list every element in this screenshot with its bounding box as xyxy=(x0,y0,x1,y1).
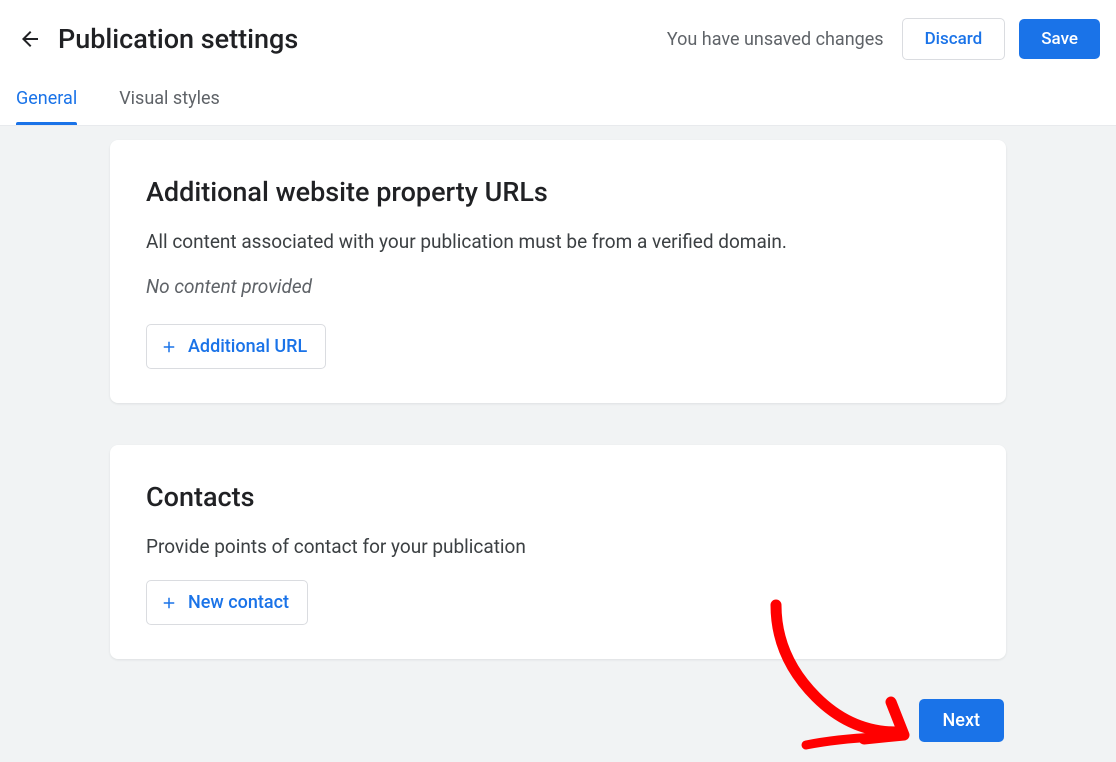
tab-general[interactable]: General xyxy=(16,78,77,125)
tab-visual-styles[interactable]: Visual styles xyxy=(119,78,220,125)
plus-icon xyxy=(160,594,178,612)
card-contacts: Contacts Provide points of contact for y… xyxy=(110,445,1006,659)
card-title-urls: Additional website property URLs xyxy=(146,176,970,208)
card-additional-urls: Additional website property URLs All con… xyxy=(110,140,1006,403)
new-contact-button[interactable]: New contact xyxy=(146,580,308,625)
unsaved-changes-text: You have unsaved changes xyxy=(667,29,884,50)
card-desc-urls: All content associated with your publica… xyxy=(146,230,970,253)
header: Publication settings You have unsaved ch… xyxy=(0,0,1116,78)
additional-url-button[interactable]: Additional URL xyxy=(146,324,326,369)
card-title-contacts: Contacts xyxy=(146,481,970,513)
discard-button[interactable]: Discard xyxy=(902,18,1006,60)
next-button[interactable]: Next xyxy=(919,699,1004,742)
tabs: General Visual styles xyxy=(0,78,1116,126)
back-arrow-icon[interactable] xyxy=(18,27,42,51)
empty-state-urls: No content provided xyxy=(146,275,970,298)
plus-icon xyxy=(160,338,178,356)
new-contact-label: New contact xyxy=(188,592,289,613)
content-area: Additional website property URLs All con… xyxy=(0,126,1116,762)
page-title: Publication settings xyxy=(58,23,667,55)
card-desc-contacts: Provide points of contact for your publi… xyxy=(146,535,970,558)
additional-url-label: Additional URL xyxy=(188,336,307,357)
save-button[interactable]: Save xyxy=(1019,19,1100,59)
